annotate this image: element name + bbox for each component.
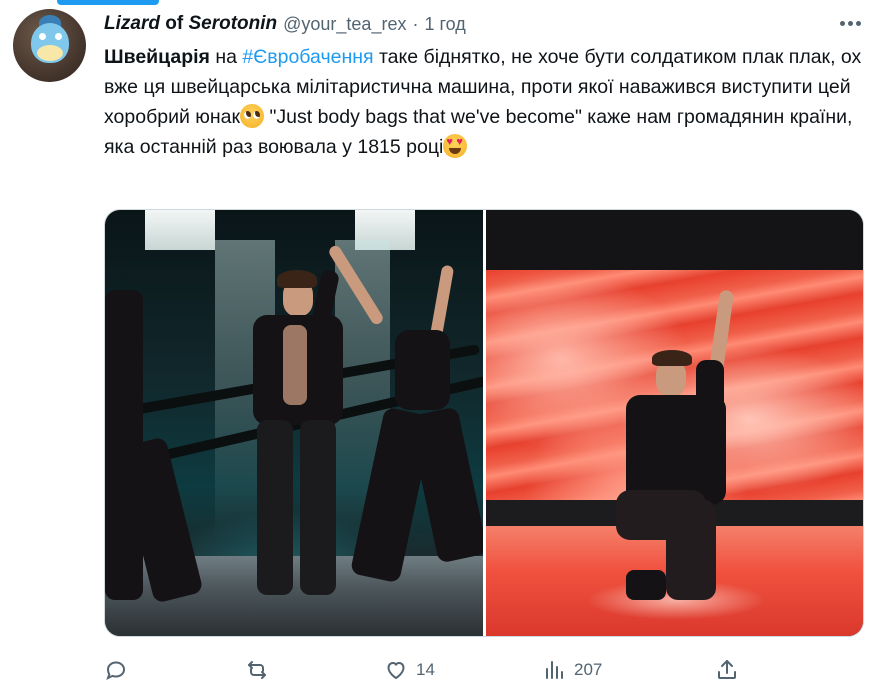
stage-light — [145, 210, 215, 250]
separator-dot: · — [412, 13, 419, 34]
media-photo-left[interactable] — [105, 210, 483, 636]
dancer-right-torso — [395, 330, 450, 410]
singer-boot — [626, 570, 666, 600]
hashtag-link[interactable]: #Євробачення — [242, 46, 373, 68]
stage-ceiling — [486, 210, 863, 270]
pleading-face-emoji — [240, 104, 265, 128]
singer-leg — [300, 420, 336, 595]
retweet-button[interactable] — [245, 652, 277, 688]
tweet-text-segment1: на — [209, 46, 243, 68]
tweet-timestamp[interactable]: 1 год — [424, 14, 465, 35]
singer-hair — [277, 270, 317, 288]
heart-eyes-mouth — [449, 148, 462, 154]
more-dot — [855, 20, 861, 26]
author-name-part1: Lizard — [104, 13, 160, 34]
more-dot — [847, 20, 853, 26]
author-name[interactable]: Lizard of Serotonin — [104, 13, 277, 35]
heart-icon — [387, 662, 405, 679]
tweet-header: Lizard of Serotonin @your_tea_rex · 1 го… — [104, 10, 466, 38]
author-name-part3: Serotonin — [188, 13, 278, 34]
singer-chest — [283, 325, 307, 405]
avatar-eye-left — [39, 33, 46, 40]
author-handle[interactable]: @your_tea_rex — [283, 14, 406, 35]
avatar-eye-right — [55, 33, 62, 40]
tweet-actions: 14 207 — [104, 652, 864, 688]
tweet[interactable]: Lizard of Serotonin @your_tea_rex · 1 го… — [0, 0, 883, 694]
more-dot — [839, 20, 845, 26]
singer-sleeve — [696, 360, 724, 430]
tweet-text: Швейцарія на #Євробачення таке біднятко,… — [104, 42, 864, 162]
views-bar-chart-icon — [546, 661, 563, 679]
reply-button[interactable] — [104, 652, 136, 688]
views-count: 207 — [574, 660, 603, 679]
reply-icon — [106, 661, 126, 680]
views-button[interactable]: 207 — [542, 652, 602, 688]
more-options-icon[interactable] — [836, 12, 864, 34]
share-button[interactable] — [715, 652, 739, 688]
avatar[interactable] — [13, 9, 86, 82]
avatar-creature-belly — [37, 45, 63, 61]
media-photo-right[interactable] — [486, 210, 863, 636]
media-grid — [104, 209, 864, 637]
singer-leg — [666, 500, 716, 600]
share-icon — [718, 660, 736, 679]
singer-hair — [652, 350, 692, 366]
retweet-icon — [248, 661, 266, 679]
singer-leg — [257, 420, 293, 595]
author-name-part2: of — [159, 13, 189, 34]
like-count: 14 — [416, 660, 435, 679]
like-button[interactable]: 14 — [384, 652, 435, 688]
heart-eyes-emoji — [443, 134, 468, 158]
tweet-text-bold: Швейцарія — [104, 46, 210, 68]
